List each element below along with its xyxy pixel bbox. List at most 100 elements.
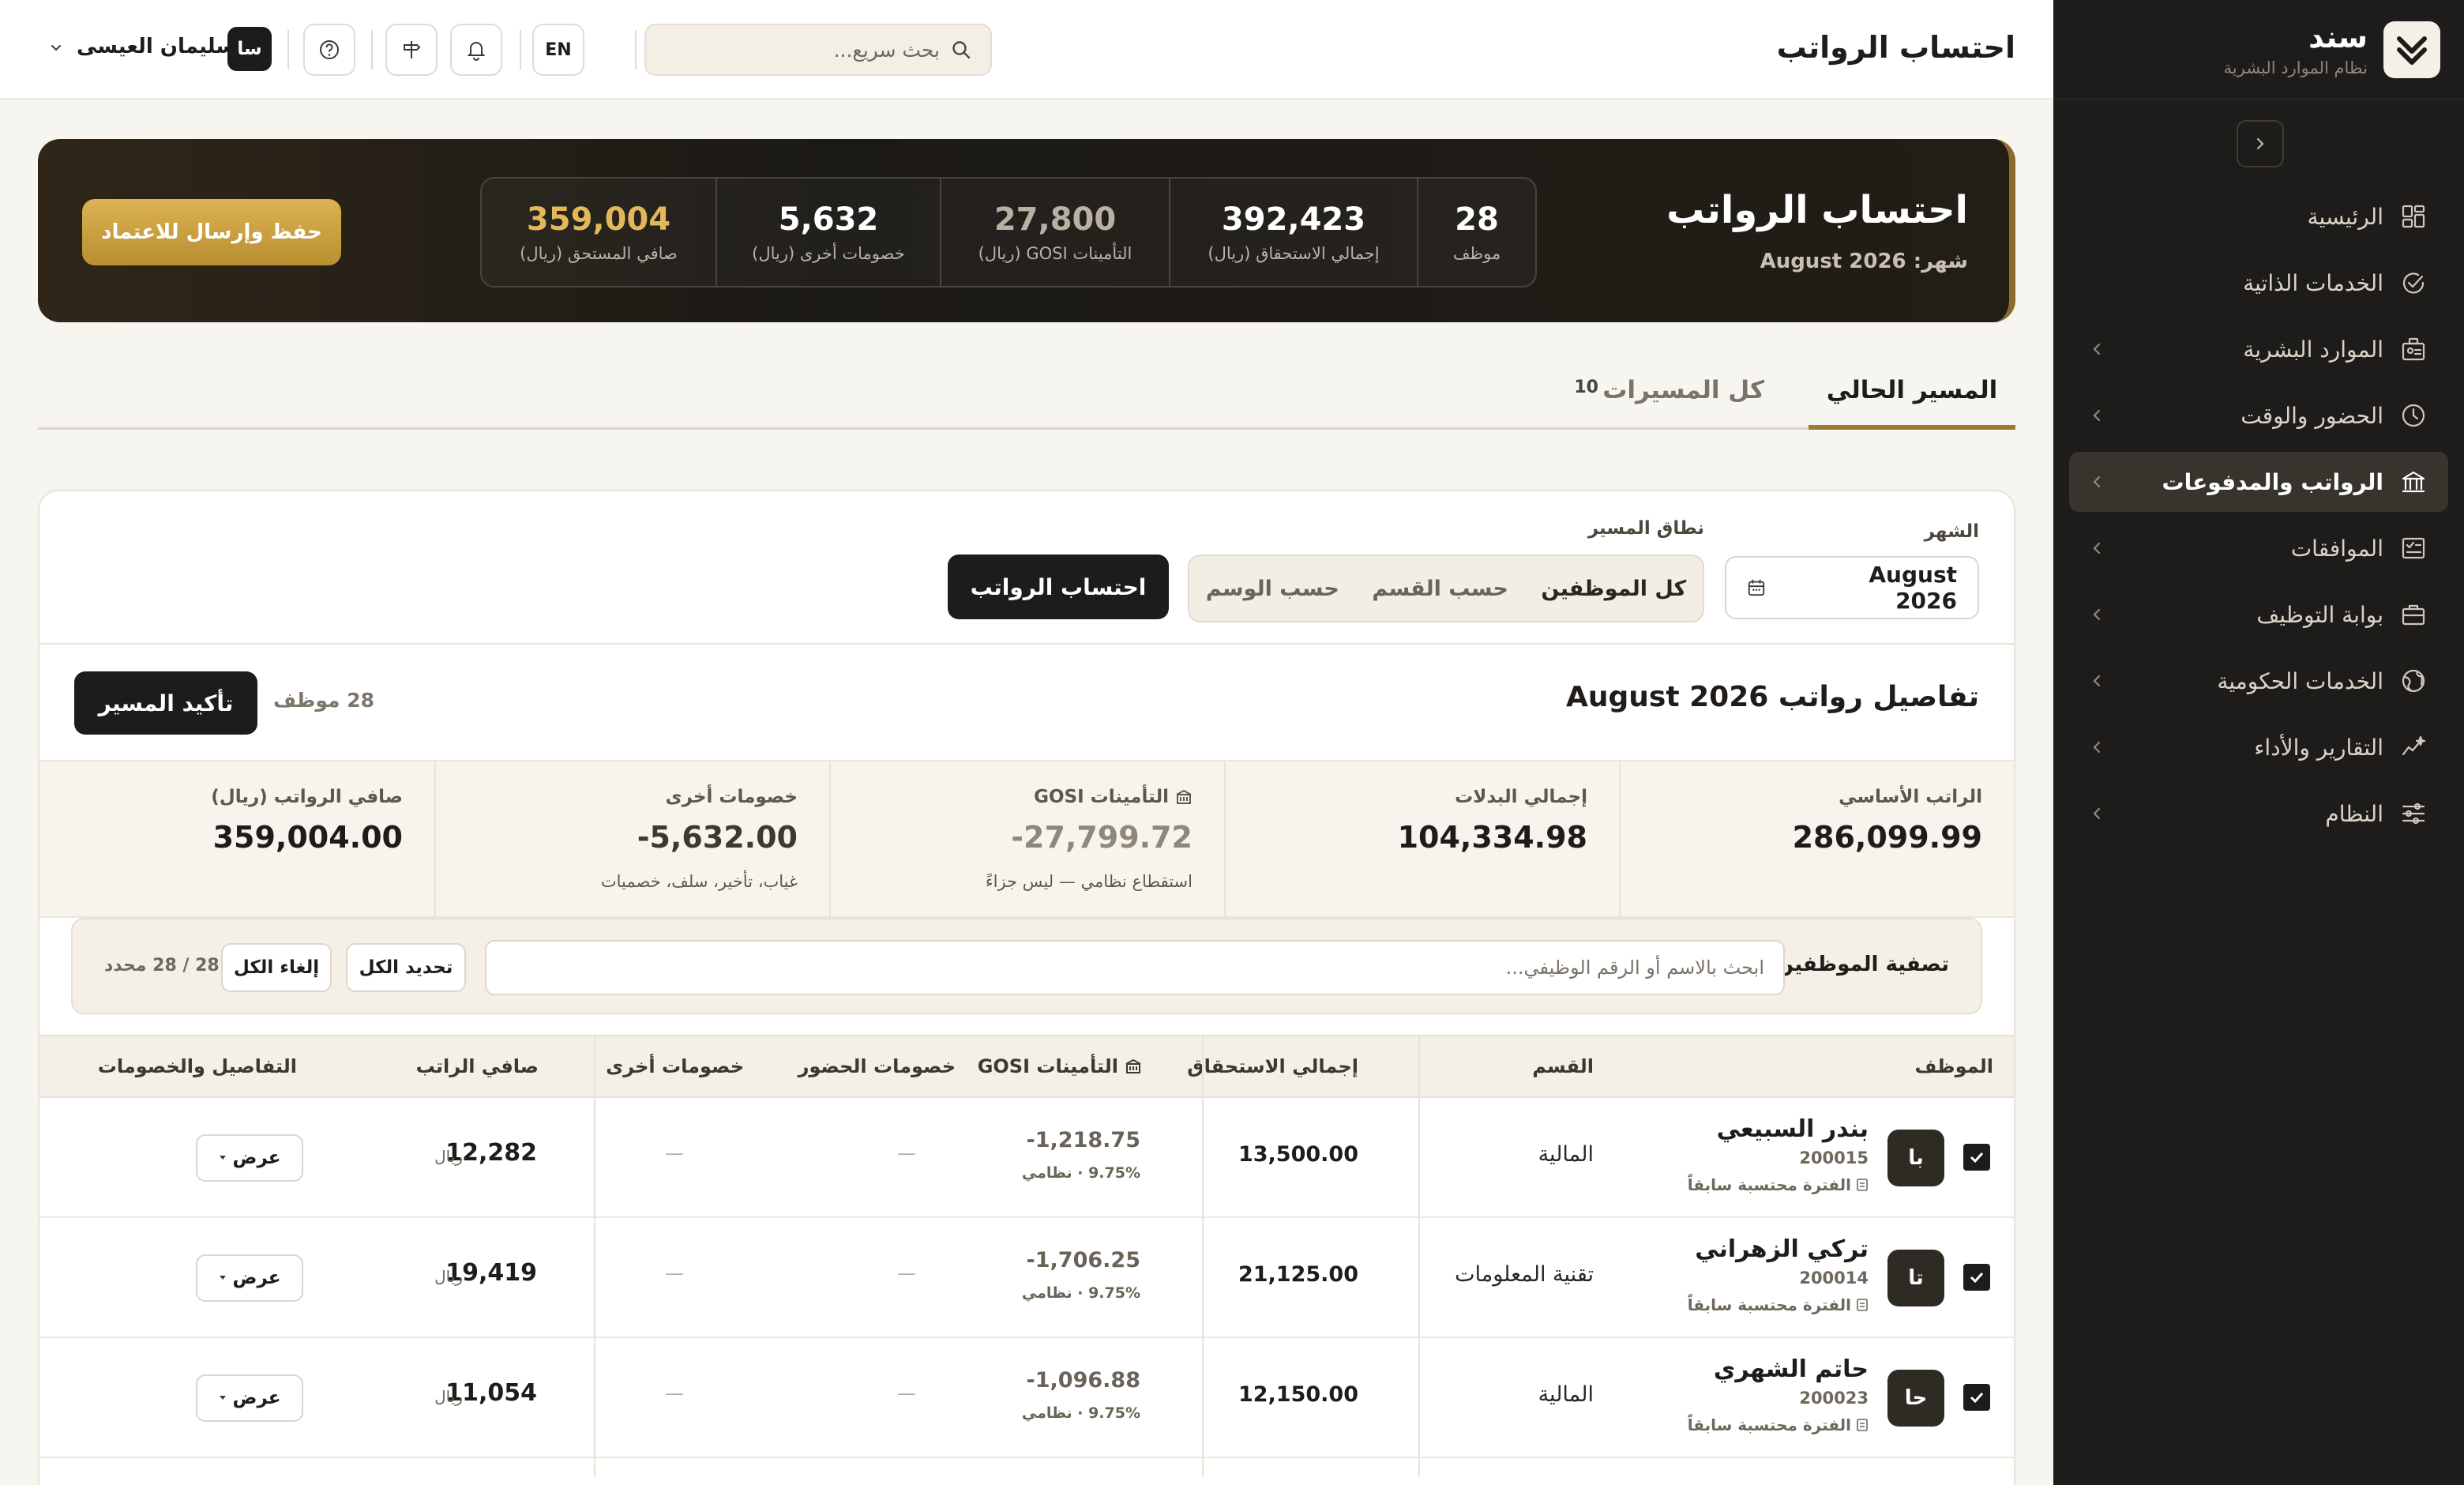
- gosi-note: 9.75% · نظامي: [1021, 1164, 1140, 1182]
- deselect-all-button[interactable]: إلغاء الكل: [221, 943, 332, 992]
- flag-text: الفترة محتسبة سابقاً: [1687, 1295, 1851, 1314]
- row-checkbox[interactable]: [1963, 1264, 1990, 1291]
- summary-label-text: خصومات أخرى: [665, 787, 798, 807]
- column-header: خصومات أخرى: [606, 1055, 744, 1077]
- logo-icon: [2383, 21, 2440, 78]
- nav-item-label: النظام: [2325, 800, 2383, 827]
- view-details-button[interactable]: عرض: [196, 1254, 303, 1302]
- currency: ريال: [434, 1267, 463, 1286]
- runs-count-badge: 10: [1574, 378, 1598, 397]
- column-header: صافي الراتب: [416, 1055, 539, 1077]
- hero-stats: 28 موظف 392,423 إجمالي الاستحقاق (ريال) 27,8…: [480, 177, 1537, 288]
- employee-name[interactable]: تركي الزهراني: [1695, 1235, 1869, 1263]
- nav-item-9[interactable]: النظام: [2069, 784, 2448, 844]
- sidebar-collapse-button[interactable]: [2237, 120, 2284, 167]
- signpost-icon: [404, 41, 421, 58]
- tab-current-run[interactable]: المسير الحالي: [1809, 376, 2015, 430]
- clock-icon: [2399, 401, 2428, 430]
- nav-item-3[interactable]: الحضور والوقت: [2069, 385, 2448, 446]
- confirm-run-button[interactable]: تأكيد المسير: [74, 671, 257, 735]
- employee-name[interactable]: حاتم الشهري: [1714, 1355, 1869, 1383]
- chevron-left-icon: [2090, 674, 2104, 688]
- help-icon: [320, 40, 339, 59]
- column-divider: [1418, 1035, 1420, 1477]
- building-icon: [1125, 1058, 1142, 1075]
- approvals-icon: [2399, 534, 2428, 562]
- building-icon: [1175, 788, 1193, 806]
- brand: سند نظام الموارد البشرية: [2053, 0, 2464, 100]
- column-header-label: إجمالي الاستحقاق: [1187, 1055, 1358, 1077]
- previously-calculated-flag: الفترة محتسبة سابقاً: [1688, 1295, 1869, 1314]
- summary-note: استقطاع نظامي — ليس جزاءً: [985, 872, 1193, 891]
- table-row: حا حاتم الشهري 200023 الفترة محتسبة سابقاً ا…: [39, 1338, 2014, 1458]
- calculate-payroll-button[interactable]: احتساب الرواتب: [948, 555, 1169, 619]
- chevron-right-icon: [2256, 137, 2264, 150]
- user-name[interactable]: سليمان العيسى: [77, 35, 236, 58]
- nav-item-2[interactable]: الموارد البشرية: [2069, 319, 2448, 379]
- nav-item-0[interactable]: الرئيسية: [2069, 186, 2448, 246]
- column-header-label: التأمينات GOSI: [977, 1055, 1118, 1077]
- tab-all-runs[interactable]: كل المسيرات: [1602, 376, 1764, 404]
- column-header-label: الموظف: [1914, 1055, 1993, 1077]
- bell-icon: [467, 42, 486, 61]
- department: المالية: [1538, 1142, 1594, 1167]
- month-picker[interactable]: August 2026: [1725, 556, 1979, 619]
- summary-label-text: التأمينات GOSI: [1034, 787, 1169, 807]
- search-placeholder: بحث سريع...: [833, 38, 940, 62]
- column-header-label: القسم: [1532, 1055, 1594, 1077]
- divider: [635, 30, 637, 70]
- save-and-submit-button[interactable]: حفظ وإرسال للاعتماد: [82, 199, 341, 265]
- row-checkbox[interactable]: [1963, 1384, 1990, 1411]
- view-details-button[interactable]: عرض: [196, 1134, 303, 1182]
- search-input[interactable]: بحث سريع...: [644, 24, 992, 76]
- currency: ريال: [434, 1387, 463, 1406]
- nav-item-5[interactable]: الموافقات: [2069, 518, 2448, 578]
- caret-down-icon: [219, 1395, 227, 1401]
- filter-label: تصفية الموظفين:: [1767, 953, 1949, 976]
- employee-avatar: تا: [1887, 1250, 1944, 1306]
- nav-item-label: الحضور والوقت: [2241, 402, 2383, 429]
- notifications-button[interactable]: [450, 24, 502, 76]
- nav-item-1[interactable]: الخدمات الذاتية: [2069, 253, 2448, 313]
- table-row: تا تركي الزهراني 200014 الفترة محتسبة سابقا…: [39, 1218, 2014, 1338]
- summary-label: التأمينات GOSI: [1034, 787, 1193, 807]
- scope-option[interactable]: حسب الوسم: [1206, 577, 1339, 601]
- nav-item-8[interactable]: التقارير والأداء: [2069, 717, 2448, 777]
- employee-search-placeholder: ابحث بالاسم أو الرقم الوظيفي...: [1505, 957, 1764, 979]
- announcements-button[interactable]: [385, 24, 438, 76]
- chevron-down-icon[interactable]: [49, 41, 63, 55]
- nav-item-4[interactable]: الرواتب والمدفوعات: [2069, 452, 2448, 512]
- select-all-button[interactable]: تحديد الكل: [346, 943, 466, 992]
- employee-name[interactable]: بندر السبيعي: [1717, 1115, 1869, 1143]
- employee-search-input[interactable]: ابحث بالاسم أو الرقم الوظيفي...: [485, 940, 1785, 995]
- language-button[interactable]: EN: [532, 24, 584, 76]
- chevron-left-icon: [2090, 740, 2104, 754]
- help-button[interactable]: [303, 24, 355, 76]
- divider: [287, 30, 289, 70]
- selected-count: 28 / 28 محدد: [104, 956, 220, 976]
- summary-label-text: إجمالي البدلات: [1455, 787, 1587, 807]
- page-title: احتساب الرواتب: [1776, 30, 2015, 65]
- previously-calculated-flag: الفترة محتسبة سابقاً: [1688, 1415, 1869, 1434]
- sidebar: سند نظام الموارد البشرية الرئيسية الخدمات…: [2053, 0, 2464, 1485]
- nav-item-6[interactable]: بوابة التوظيف: [2069, 585, 2448, 645]
- view-details-button[interactable]: عرض: [196, 1374, 303, 1422]
- gosi-amount: -1,706.25: [1026, 1248, 1140, 1273]
- gross-pay: 12,150.00: [1238, 1382, 1358, 1407]
- column-divider: [594, 1035, 595, 1477]
- scope-option[interactable]: كل الموظفين: [1541, 577, 1686, 601]
- stat-value: 392,423: [1221, 201, 1366, 238]
- divider: [520, 30, 521, 70]
- summary-card: خصومات أخرى -5,632.00 غياب، تأخير، سلف، خص…: [434, 761, 829, 916]
- hero-title: احتساب الرواتب: [1666, 188, 1968, 232]
- flag-text: الفترة محتسبة سابقاً: [1687, 1415, 1851, 1434]
- scope-option[interactable]: حسب القسم: [1372, 577, 1508, 601]
- nav-item-7[interactable]: الخدمات الحكومية: [2069, 651, 2448, 711]
- view-label: عرض: [232, 1148, 281, 1168]
- bank-icon: [2399, 468, 2428, 496]
- other-deductions: —: [665, 1142, 684, 1164]
- summary-label-text: الراتب الأساسي: [1839, 787, 1982, 807]
- row-checkbox[interactable]: [1963, 1144, 1990, 1171]
- document-icon: [1856, 1418, 1869, 1432]
- gosi-note: 9.75% · نظامي: [1021, 1284, 1140, 1302]
